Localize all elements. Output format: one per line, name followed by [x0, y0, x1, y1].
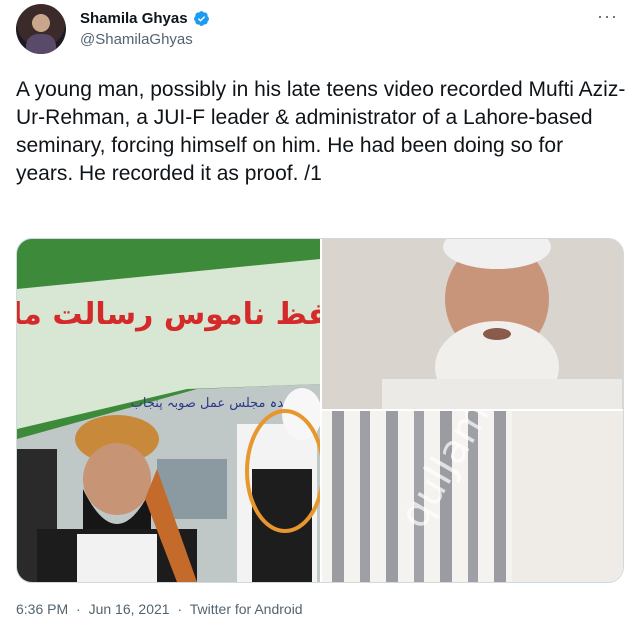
media-photo-rally[interactable]: تحفظ ناموس رسالت ملین متحدہ مجلس عمل صوب…	[17, 239, 320, 582]
fabric-photo-illustration: qulJam	[322, 411, 623, 582]
media-photo-portrait[interactable]	[322, 239, 623, 409]
tweet-date[interactable]: Jun 16, 2021	[89, 601, 170, 617]
banner-text: تحفظ ناموس رسالت ملین	[17, 297, 320, 332]
tweet-source[interactable]: Twitter for Android	[190, 601, 303, 617]
author-handle[interactable]: @ShamilaGhyas	[80, 31, 193, 48]
tweet-meta: 6:36 PM · Jun 16, 2021 · Twitter for And…	[16, 601, 307, 617]
verified-badge-icon	[193, 11, 209, 26]
meta-separator: ·	[76, 601, 81, 617]
avatar[interactable]	[16, 4, 66, 54]
more-options-icon[interactable]: ···	[597, 6, 618, 27]
meta-separator: ·	[177, 601, 183, 617]
author-row: Shamila Ghyas	[80, 10, 210, 27]
tweet-text: A young man, possibly in his late teens …	[16, 78, 626, 185]
portrait-photo-illustration	[322, 239, 623, 409]
media-photo-fabric[interactable]: qulJam	[322, 411, 623, 582]
author-name[interactable]: Shamila Ghyas	[80, 10, 188, 27]
banner-subtext: متحدہ مجلس عمل صوبہ پنجاب	[131, 396, 304, 411]
tweet-media[interactable]: تحفظ ناموس رسالت ملین متحدہ مجلس عمل صوب…	[16, 238, 624, 583]
rally-photo-illustration: تحفظ ناموس رسالت ملین متحدہ مجلس عمل صوب…	[17, 239, 320, 582]
tweet-time[interactable]: 6:36 PM	[16, 601, 68, 617]
